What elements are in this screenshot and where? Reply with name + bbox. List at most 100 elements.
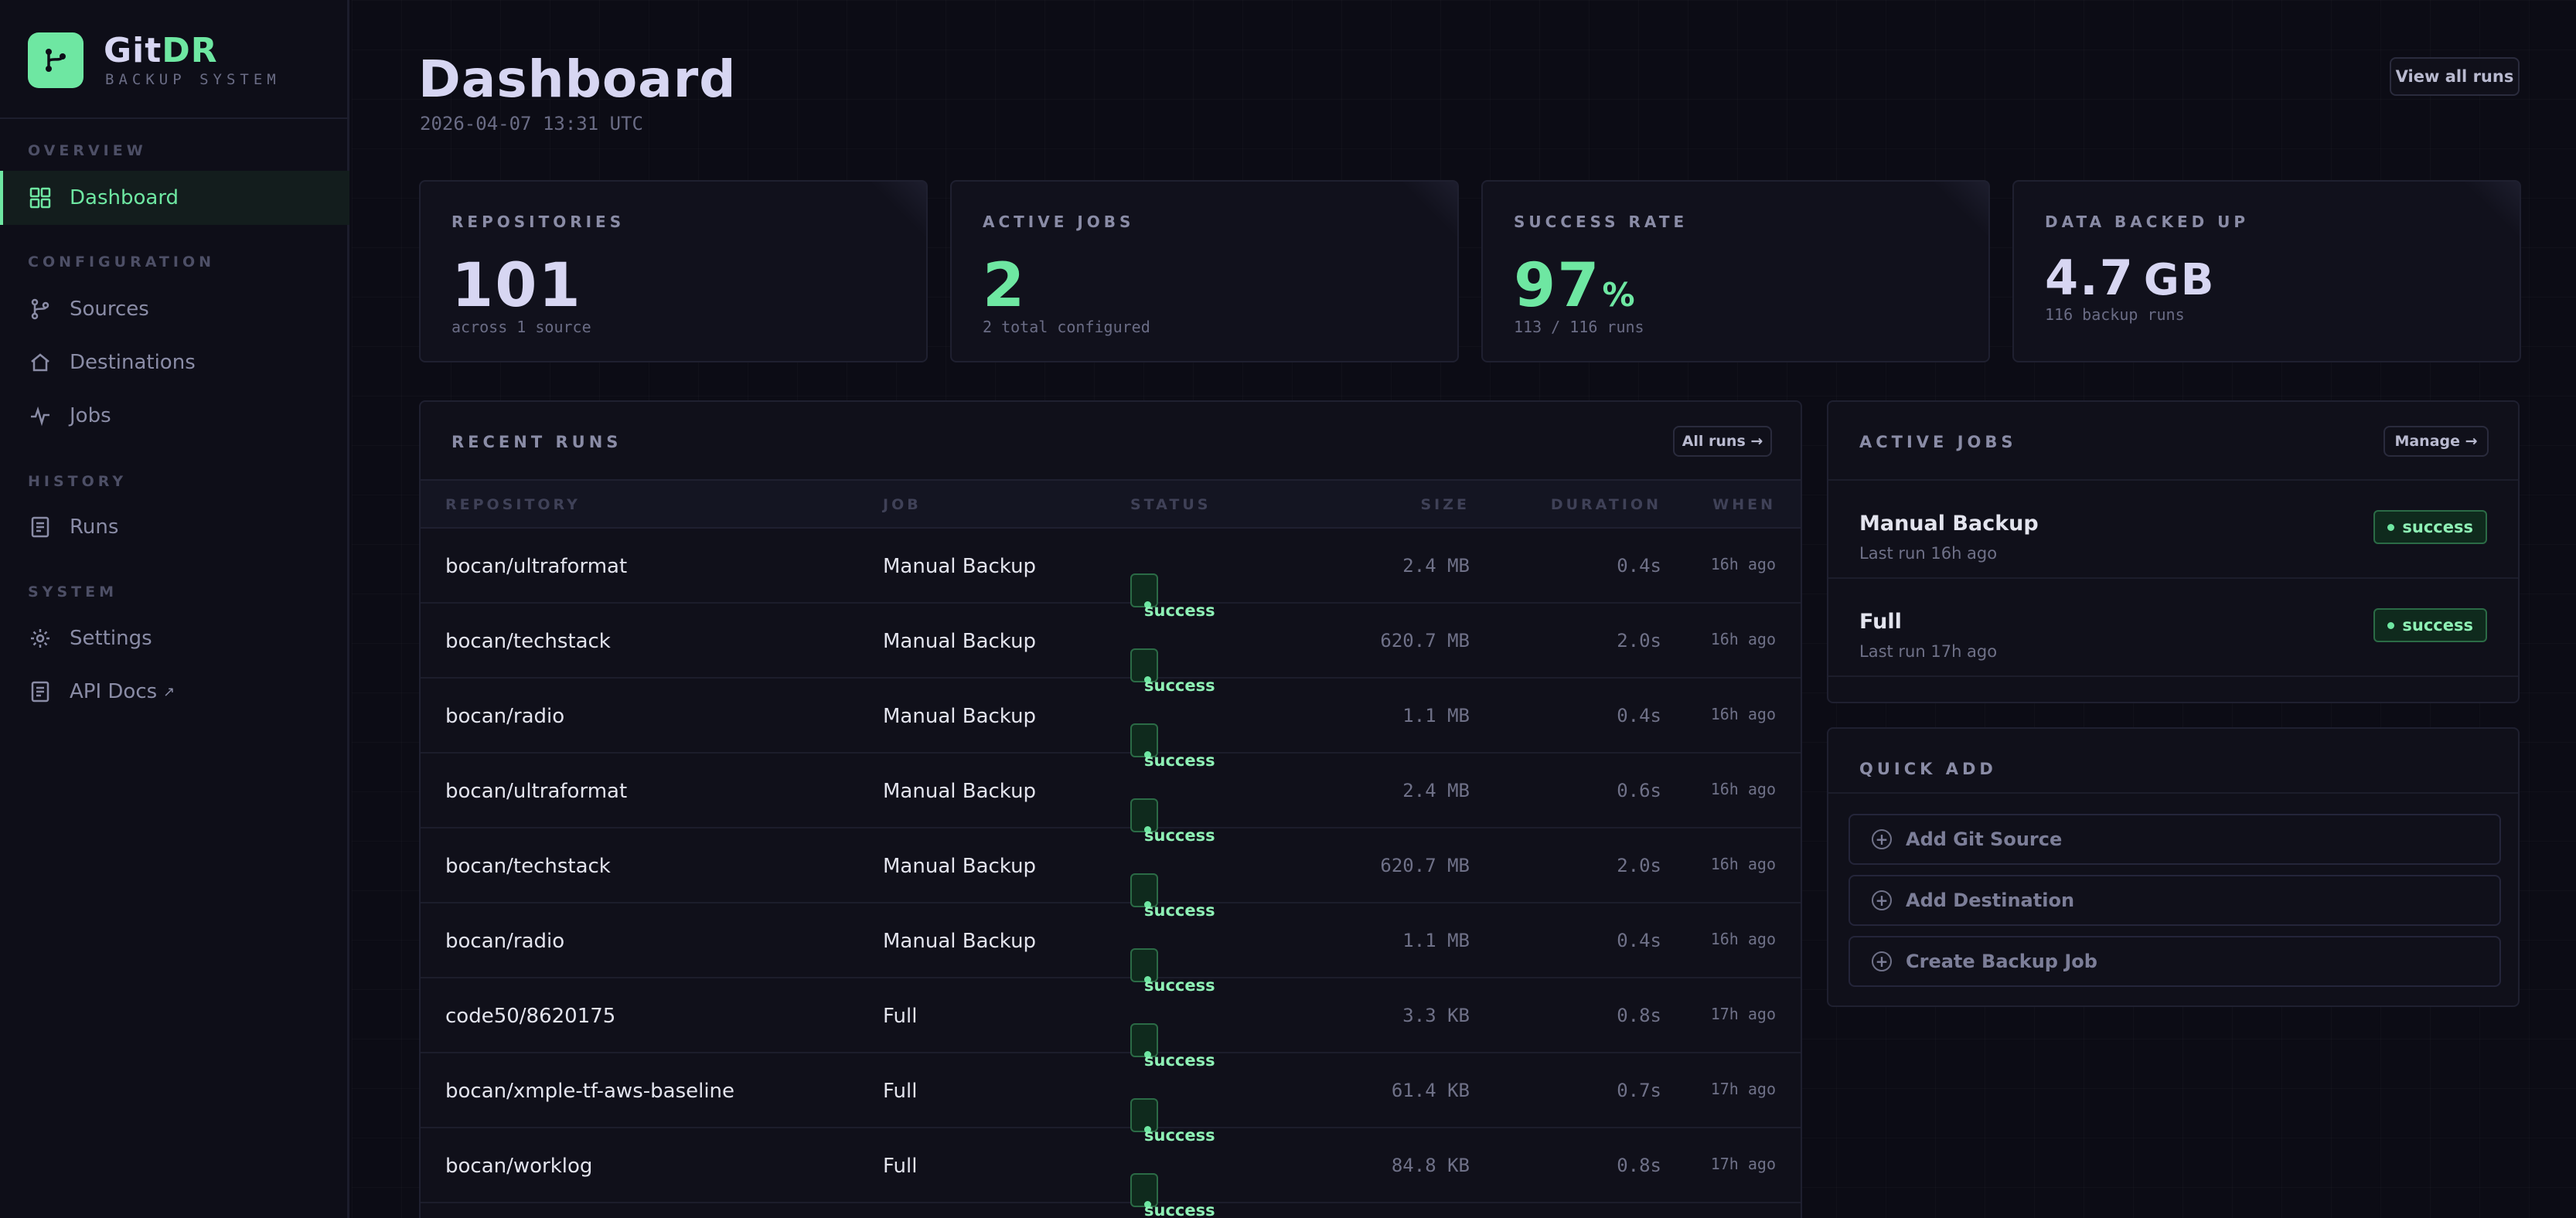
job-name: Manual Backup [1859, 512, 2039, 536]
git-branch-icon [28, 297, 53, 322]
stat-value: 101 [451, 251, 582, 321]
status-badge: success [1130, 873, 1215, 920]
runs-table: REPOSITORY JOB STATUS SIZE DURATION WHEN… [421, 479, 1801, 1218]
nav-section-history: HISTORY [28, 473, 128, 490]
sidebar-item-label: Destinations [70, 351, 196, 374]
page-timestamp: 2026-04-07 13:31 UTC [420, 113, 643, 134]
cell-when: 17h ago [1710, 1155, 1776, 1173]
stat-card-repositories: REPOSITORIES 101 across 1 source [419, 180, 928, 362]
status-badge: success [2373, 608, 2487, 642]
recent-runs-panel: RECENT RUNS All runs → REPOSITORY JOB ST… [419, 400, 1802, 1218]
cell-duration: 0.6s [1617, 780, 1661, 801]
status-badge: success [1130, 648, 1215, 695]
stat-sub: 2 total configured [983, 318, 1150, 336]
stat-label: SUCCESS RATE [1514, 213, 1688, 231]
cell-job: Full [883, 1155, 918, 1178]
plus-circle-icon: + [1872, 829, 1892, 849]
job-name: Full [1859, 610, 1902, 634]
sidebar-item-sources[interactable]: Sources [0, 282, 349, 336]
cell-repository[interactable]: bocan/ultraformat [445, 555, 627, 578]
table-row[interactable]: bocan/radio Manual Backup success 1.1 MB… [421, 679, 1801, 770]
cell-when: 16h ago [1710, 705, 1776, 723]
cell-duration: 0.4s [1617, 705, 1661, 726]
cell-repository[interactable]: bocan/radio [445, 705, 564, 728]
table-row[interactable]: bocan/xmple-tf-aws-baseline Full success… [421, 1053, 1801, 1145]
page-title: Dashboard [418, 49, 737, 109]
cell-job: Full [883, 1005, 918, 1028]
stat-value: 4.7 GB [2045, 250, 2216, 306]
cell-when: 16h ago [1710, 555, 1776, 573]
stat-label: REPOSITORIES [451, 213, 625, 231]
panel-title: RECENT RUNS [451, 433, 622, 451]
sidebar-item-dashboard[interactable]: Dashboard [0, 171, 349, 225]
table-row[interactable]: bocan/techstack Manual Backup success 62… [421, 604, 1801, 695]
cell-size: 1.1 MB [1402, 930, 1470, 951]
status-badge: success [1130, 723, 1215, 770]
quick-add-panel: QUICK ADD + Add Git Source + Add Destina… [1827, 727, 2520, 1007]
table-row[interactable]: bocan/techstack Manual Backup success 62… [421, 828, 1801, 920]
column-header-job[interactable]: JOB [883, 496, 922, 513]
table-row[interactable]: bocan/ultraformat Manual Backup success … [421, 529, 1801, 620]
cell-when: 16h ago [1710, 630, 1776, 648]
cell-duration: 0.4s [1617, 555, 1661, 577]
cell-size: 84.8 KB [1391, 1155, 1470, 1176]
table-row[interactable]: bocan/radio Manual Backup success 1.1 MB… [421, 903, 1801, 995]
stat-label: ACTIVE JOBS [983, 213, 1135, 231]
cell-job: Manual Backup [883, 555, 1037, 578]
cell-repository[interactable]: code50/8620175 [445, 1005, 615, 1028]
main-content: Dashboard 2026-04-07 13:31 UTC View all … [352, 0, 2576, 1218]
status-badge: success [1130, 798, 1215, 845]
active-job-row[interactable]: Manual Backup Last run 16h ago success [1828, 481, 2518, 579]
cell-repository[interactable]: bocan/worklog [445, 1155, 592, 1178]
cell-size: 620.7 MB [1380, 855, 1470, 876]
card-corner-decoration [2465, 182, 2520, 236]
panel-title: ACTIVE JOBS [1859, 433, 2017, 451]
plus-circle-icon: + [1872, 890, 1892, 910]
table-row[interactable]: code50/8620175 Full success 3.3 KB 0.8s … [421, 978, 1801, 1070]
column-header-status[interactable]: STATUS [1130, 496, 1211, 513]
sidebar-item-api-docs[interactable]: API Docs ↗ [0, 665, 349, 719]
cell-size: 3.3 KB [1402, 1005, 1470, 1026]
cell-size: 2.4 MB [1402, 555, 1470, 577]
cell-repository[interactable]: bocan/xmple-tf-aws-baseline [445, 1080, 734, 1103]
create-backup-job-button[interactable]: + Create Backup Job [1849, 936, 2501, 987]
sidebar-item-settings[interactable]: Settings [0, 611, 349, 665]
cell-repository[interactable]: bocan/techstack [445, 630, 611, 653]
column-header-repository[interactable]: REPOSITORY [445, 496, 581, 513]
job-last-run: Last run 17h ago [1859, 642, 1998, 661]
status-badge: success [1130, 1098, 1215, 1145]
column-header-size[interactable]: SIZE [1420, 496, 1470, 513]
external-link-icon: ↗ [163, 683, 175, 700]
sidebar-item-destinations[interactable]: Destinations [0, 335, 349, 390]
cell-job: Full [883, 1080, 918, 1103]
cell-repository[interactable]: bocan/techstack [445, 855, 611, 878]
git-branch-logo-icon [28, 32, 83, 88]
table-row[interactable]: bocan/worklog Full success 84.8 KB 0.8s … [421, 1128, 1801, 1218]
cell-repository[interactable]: bocan/ultraformat [445, 780, 627, 803]
column-header-duration[interactable]: DURATION [1551, 496, 1661, 513]
column-header-when[interactable]: WHEN [1712, 496, 1776, 513]
manage-jobs-button[interactable]: Manage → [2383, 426, 2489, 457]
sidebar-item-jobs[interactable]: Jobs [0, 389, 349, 443]
stat-card-data-backed-up: DATA BACKED UP 4.7 GB 116 backup runs [2012, 180, 2521, 362]
sidebar-item-runs[interactable]: Runs [0, 500, 349, 554]
add-destination-button[interactable]: + Add Destination [1849, 875, 2501, 926]
card-corner-decoration [1934, 182, 1988, 236]
all-runs-button[interactable]: All runs → [1673, 426, 1772, 457]
stat-card-active-jobs: ACTIVE JOBS 2 2 total configured [950, 180, 1459, 362]
grid-icon [28, 185, 53, 210]
brand-name: GitDR [104, 31, 218, 70]
table-row[interactable]: bocan/ultraformat Manual Backup success … [421, 754, 1801, 845]
cell-when: 17h ago [1710, 1005, 1776, 1023]
status-badge: success [2373, 510, 2487, 544]
active-job-row[interactable]: Full Last run 17h ago success [1828, 579, 2518, 677]
cell-repository[interactable]: bocan/radio [445, 930, 564, 953]
view-all-runs-button[interactable]: View all runs [2390, 57, 2520, 96]
cell-duration: 0.8s [1617, 1005, 1661, 1026]
add-git-source-button[interactable]: + Add Git Source [1849, 814, 2501, 865]
brand-subtitle: BACKUP SYSTEM [105, 71, 281, 88]
stat-card-success-rate: SUCCESS RATE 97% 113 / 116 runs [1481, 180, 1990, 362]
table-header: REPOSITORY JOB STATUS SIZE DURATION WHEN [421, 479, 1801, 529]
cell-size: 620.7 MB [1380, 630, 1470, 652]
brand[interactable]: GitDR BACKUP SYSTEM [28, 31, 337, 90]
